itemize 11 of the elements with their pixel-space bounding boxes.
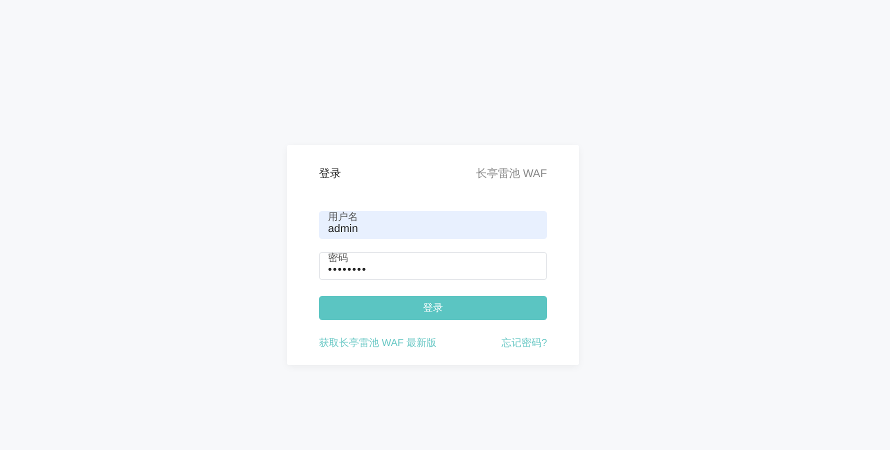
field-label: 密码 <box>328 253 348 264</box>
username-field[interactable]: 用户名 admin <box>319 211 547 239</box>
password-field[interactable]: 密码 •••••••• <box>319 252 547 280</box>
product-name: 长亭雷池 WAF <box>476 166 547 180</box>
field-value: admin <box>328 223 358 236</box>
card-title: 登录 <box>319 166 341 180</box>
download-link[interactable]: 获取长亭雷池 WAF 最新版 <box>319 336 436 350</box>
field-label: 用户名 <box>328 212 358 223</box>
login-button[interactable]: 登录 <box>319 296 547 320</box>
forgot-password-link[interactable]: 忘记密码? <box>501 336 547 350</box>
field-value: •••••••• <box>328 264 367 277</box>
